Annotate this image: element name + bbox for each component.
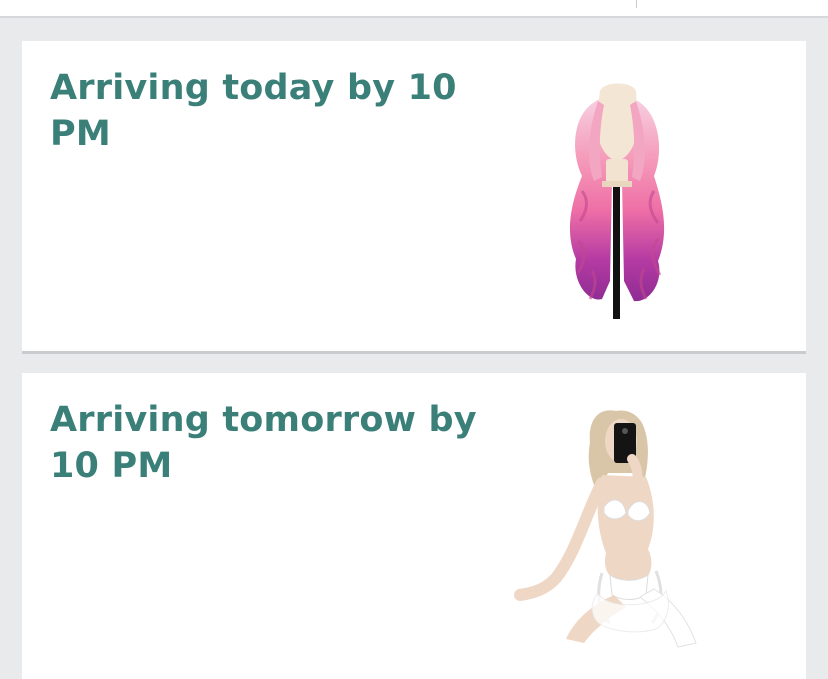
header-divider <box>636 0 637 8</box>
product-image-lingerie[interactable] <box>506 403 706 648</box>
arrival-status: Arriving today by 10 PM <box>50 68 457 154</box>
order-card[interactable]: Arriving tomorrow by 10 PM <box>22 373 806 679</box>
top-header-strip <box>0 0 828 18</box>
arrival-status: Arriving tomorrow by 10 PM <box>50 400 477 486</box>
product-image-wig[interactable] <box>542 81 692 319</box>
order-card[interactable]: Arriving today by 10 PM <box>22 41 806 354</box>
